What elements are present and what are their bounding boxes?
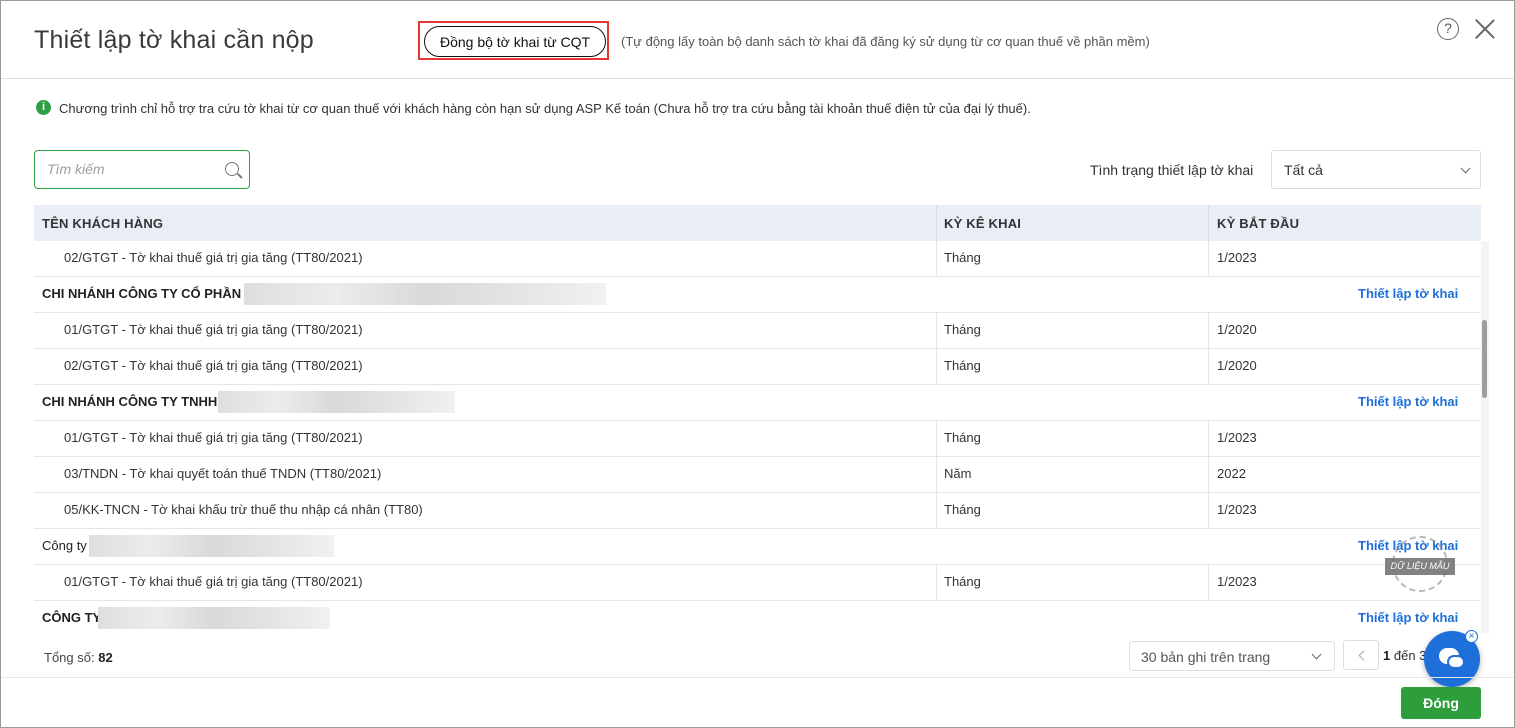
table-scrollbar[interactable] [1481, 241, 1489, 633]
cell-divider [1208, 457, 1209, 493]
cell-divider [936, 457, 937, 493]
sync-note: (Tự động lấy toàn bộ danh sách tờ khai đ… [621, 34, 1150, 49]
customer-group-row: CHI NHÁNH CÔNG TY CỔ PHẦN Thiết lập tờ k… [34, 277, 1481, 313]
cell-divider [1208, 313, 1209, 349]
declaration-period: Năm [944, 466, 972, 481]
table-row: 03/TNDN - Tờ khai quyết toán thuế TNDN (… [34, 457, 1481, 493]
close-icon[interactable] [1474, 18, 1496, 40]
watermark-label: DỮ LIỆU MẪU [1385, 558, 1455, 575]
redacted-text [98, 607, 330, 629]
cell-divider [1208, 349, 1209, 385]
status-filter-value: Tất cả [1284, 162, 1323, 178]
page-range: 1 đến 3 [1383, 648, 1426, 663]
table-row: 01/GTGT - Tờ khai thuế giá trị gia tăng … [34, 565, 1481, 601]
declaration-name: 02/GTGT - Tờ khai thuế giá trị gia tăng … [64, 358, 363, 373]
filter-label: Tình trạng thiết lập tờ khai [1090, 162, 1254, 178]
table-body[interactable]: 02/GTGT - Tờ khai thuế giá trị gia tăng … [34, 241, 1481, 633]
sample-data-watermark: DỮ LIỆU MẪU [1385, 536, 1455, 596]
declaration-name: 01/GTGT - Tờ khai thuế giá trị gia tăng … [64, 430, 363, 445]
cell-divider [936, 565, 937, 601]
close-dialog-button[interactable]: Đóng [1401, 687, 1481, 719]
table-row: 01/GTGT - Tờ khai thuế giá trị gia tăng … [34, 313, 1481, 349]
declaration-name: 01/GTGT - Tờ khai thuế giá trị gia tăng … [64, 322, 363, 337]
declaration-period: Tháng [944, 574, 981, 589]
cell-divider [936, 349, 937, 385]
column-header-start: KỲ BẮT ĐẦU [1217, 216, 1300, 231]
table-header: TÊN KHÁCH HÀNG KỲ KÊ KHAI KỲ BẮT ĐẦU [34, 205, 1481, 241]
chevron-down-icon [1311, 649, 1322, 660]
header-divider [1, 78, 1514, 79]
cell-divider [936, 241, 937, 277]
table-row: 02/GTGT - Tờ khai thuế giá trị gia tăng … [34, 241, 1481, 277]
page-to: đến 3 [1393, 648, 1427, 663]
total-label: Tổng số: [44, 650, 95, 665]
status-filter-select[interactable]: Tất cả [1271, 150, 1481, 189]
customer-name: CHI NHÁNH CÔNG TY TNHH [42, 394, 218, 409]
table-row: 02/GTGT - Tờ khai thuế giá trị gia tăng … [34, 349, 1481, 385]
cell-divider [936, 493, 937, 529]
customer-name: CHI NHÁNH CÔNG TY CỔ PHẦN [42, 286, 242, 301]
declaration-period: Tháng [944, 358, 981, 373]
table-row: 05/KK-TNCN - Tờ khai khấu trừ thuế thu n… [34, 493, 1481, 529]
redacted-text [89, 535, 334, 557]
redacted-text [218, 391, 455, 413]
table-scrollbar-thumb[interactable] [1482, 320, 1487, 398]
declaration-start: 2022 [1217, 466, 1246, 481]
declaration-period: Tháng [944, 322, 981, 337]
setup-declaration-link[interactable]: Thiết lập tờ khai [1358, 286, 1458, 301]
customer-group-row: CÔNG TY Thiết lập tờ khai [34, 601, 1481, 633]
help-icon[interactable]: ? [1437, 18, 1459, 40]
declaration-period: Tháng [944, 502, 981, 517]
chevron-left-icon [1358, 650, 1369, 661]
column-header-customer: TÊN KHÁCH HÀNG [42, 216, 164, 231]
setup-declaration-link[interactable]: Thiết lập tờ khai [1358, 394, 1458, 409]
cell-divider [936, 313, 937, 349]
declaration-start: 1/2023 [1217, 430, 1257, 445]
declaration-start: 1/2023 [1217, 250, 1257, 265]
page-size-value: 30 bản ghi trên trang [1141, 649, 1271, 665]
total-value: 82 [98, 650, 113, 665]
declaration-name: 03/TNDN - Tờ khai quyết toán thuế TNDN (… [64, 466, 382, 481]
search-input[interactable] [47, 159, 217, 179]
chevron-down-icon [1460, 163, 1471, 174]
redacted-text [244, 283, 606, 305]
footer-divider [1, 677, 1514, 678]
customer-group-row: Công ty Thiết lập tờ khai [34, 529, 1481, 565]
page-size-select[interactable]: 30 bản ghi trên trang [1129, 641, 1335, 671]
dialog-title: Thiết lập tờ khai cần nộp [34, 26, 314, 54]
declaration-period: Tháng [944, 430, 981, 445]
cell-divider [1208, 493, 1209, 529]
chat-icon-secondary [1447, 655, 1465, 669]
info-icon: i [36, 100, 51, 115]
declaration-start: 1/2023 [1217, 574, 1257, 589]
search-box [34, 150, 250, 189]
previous-page-button[interactable] [1343, 640, 1379, 670]
search-icon[interactable] [225, 162, 239, 176]
declaration-start: 1/2020 [1217, 358, 1257, 373]
sync-from-tax-authority-button[interactable]: Đồng bộ tờ khai từ CQT [424, 26, 606, 57]
cell-divider [1208, 421, 1209, 457]
declaration-name: 05/KK-TNCN - Tờ khai khấu trừ thuế thu n… [64, 502, 423, 517]
declaration-name: 02/GTGT - Tờ khai thuế giá trị gia tăng … [64, 250, 363, 265]
info-message: Chương trình chỉ hỗ trợ tra cứu tờ khai … [59, 101, 1031, 116]
column-divider [936, 205, 937, 241]
cell-divider [1208, 565, 1209, 601]
column-divider [1208, 205, 1209, 241]
customer-name: CÔNG TY [42, 610, 102, 625]
customer-group-row: CHI NHÁNH CÔNG TY TNHH Thiết lập tờ khai [34, 385, 1481, 421]
declaration-name: 01/GTGT - Tờ khai thuế giá trị gia tăng … [64, 574, 363, 589]
page-from: 1 [1383, 648, 1391, 663]
customer-name: Công ty [42, 538, 87, 553]
cell-divider [936, 421, 937, 457]
cell-divider [1208, 241, 1209, 277]
setup-declaration-link[interactable]: Thiết lập tờ khai [1358, 610, 1458, 625]
declaration-period: Tháng [944, 250, 981, 265]
table-row: 01/GTGT - Tờ khai thuế giá trị gia tăng … [34, 421, 1481, 457]
total-count: Tổng số: 82 [44, 650, 113, 665]
declaration-start: 1/2023 [1217, 502, 1257, 517]
chat-close-icon[interactable]: × [1465, 630, 1478, 643]
declaration-start: 1/2020 [1217, 322, 1257, 337]
column-header-period: KỲ KÊ KHAI [944, 216, 1022, 231]
